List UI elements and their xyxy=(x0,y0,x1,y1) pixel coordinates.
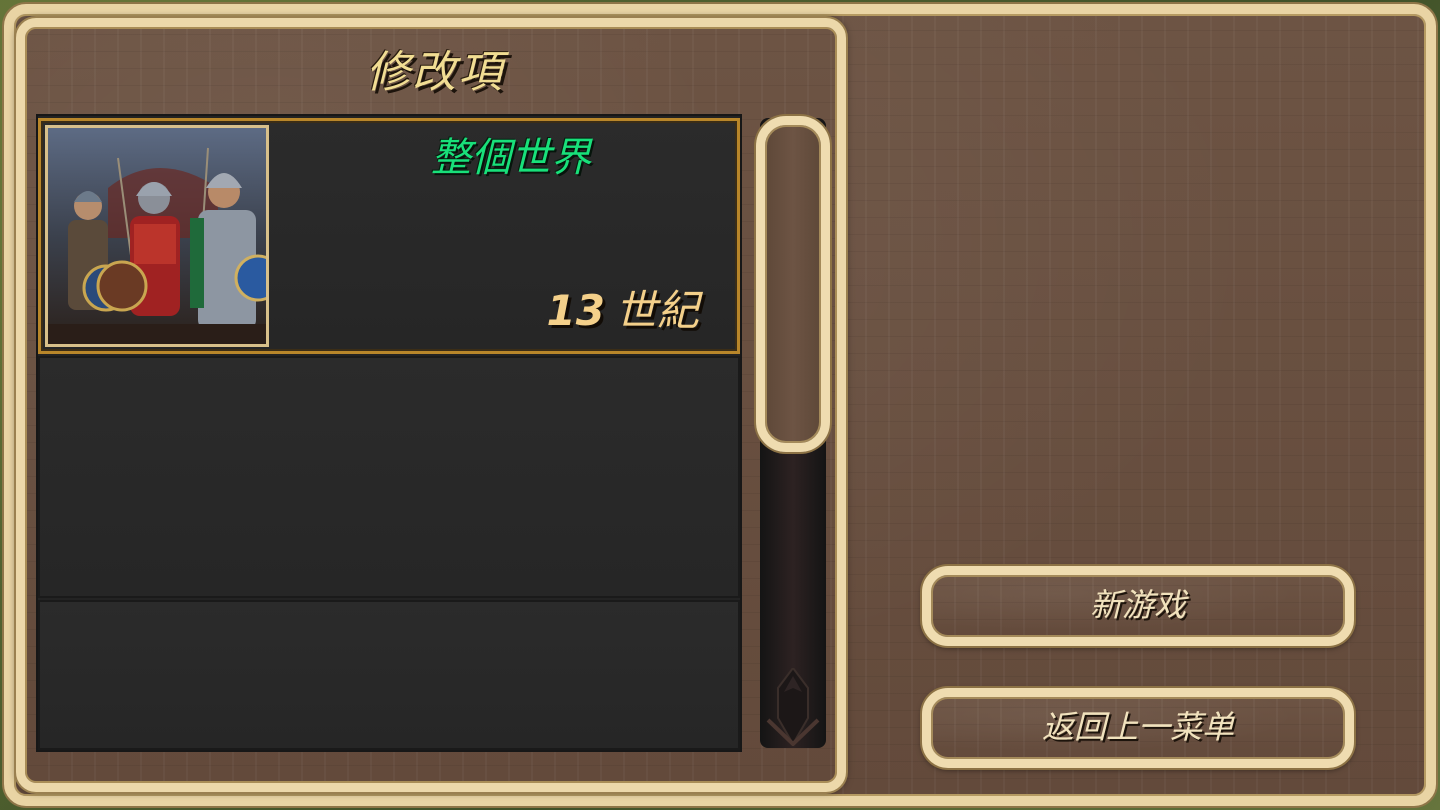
scroll-down-arrow-icon[interactable] xyxy=(762,666,824,747)
mod-item-whole-world[interactable]: 整個世界 13 世紀 xyxy=(38,118,740,354)
panel-title: 修改項 xyxy=(366,47,504,98)
mod-item-empty xyxy=(38,356,740,598)
mod-item-empty xyxy=(38,600,740,750)
mod-title: 整個世界 xyxy=(431,135,591,181)
century-label: 世紀 xyxy=(614,286,699,335)
mod-thumbnail xyxy=(45,125,269,347)
scrollbar-thumb[interactable] xyxy=(756,116,830,452)
warriors-image xyxy=(48,128,266,344)
mod-list: 整個世界 13 世紀 xyxy=(36,114,742,752)
century-number: 13 xyxy=(546,286,605,335)
mod-century: 13 世紀 xyxy=(547,277,699,338)
back-button[interactable]: 返回上一菜单 xyxy=(922,688,1354,768)
new-game-button[interactable]: 新游戏 xyxy=(922,566,1354,646)
